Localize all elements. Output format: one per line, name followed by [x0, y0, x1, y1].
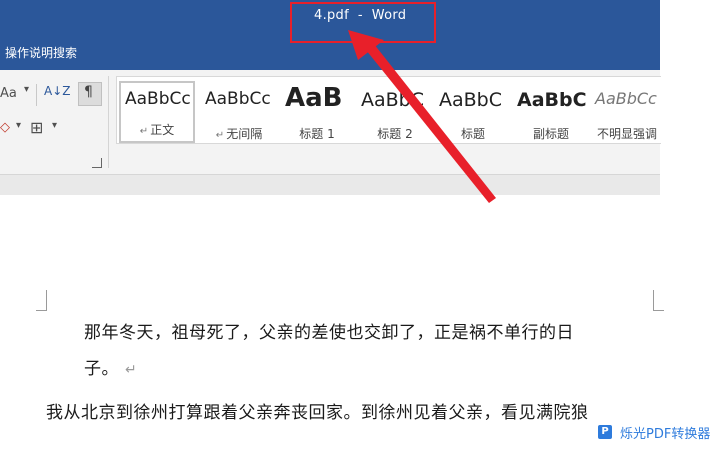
arrow-shaft — [366, 44, 496, 203]
watermark: P 烁光PDF转换器 — [598, 423, 711, 442]
annotation-arrow — [348, 30, 496, 203]
watermark-text: 烁光PDF转换器 — [620, 426, 711, 442]
watermark-logo-icon: P — [598, 425, 612, 439]
